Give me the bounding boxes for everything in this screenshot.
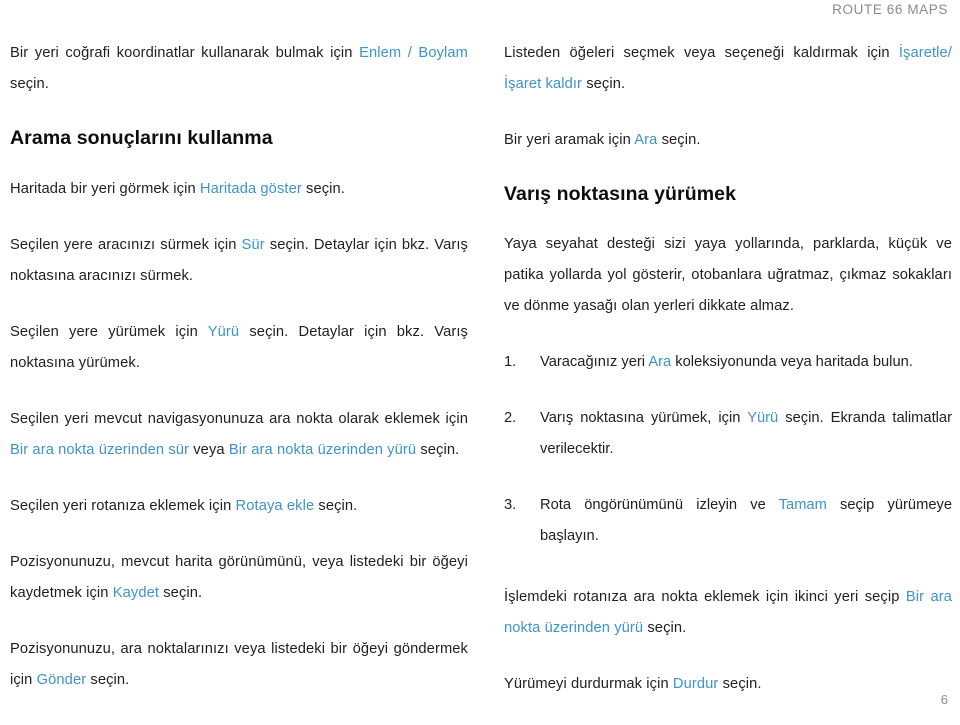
text-fragment: Seçilen yere aracınızı sürmek için bbox=[10, 237, 242, 253]
text-fragment: seçin. bbox=[10, 76, 49, 92]
text-fragment: Listeden öğeleri seçmek veya seçeneği ka… bbox=[504, 45, 899, 61]
ui-term-link[interactable]: Durdur bbox=[673, 676, 719, 692]
text-fragment: Seçilen yere yürümek için bbox=[10, 324, 208, 340]
right-column: Listeden öğeleri seçmek veya seçeneği ka… bbox=[497, 38, 960, 725]
paragraph-mark-unmark: Listeden öğeleri seçmek veya seçeneği ka… bbox=[504, 38, 952, 100]
list-item: 2. Varış noktasına yürümek, için Yürü se… bbox=[504, 403, 952, 465]
paragraph-add-via-point-walking: İşlemdeki rotanıza ara nokta eklemek içi… bbox=[504, 582, 952, 644]
list-item: 3. Rota öngörünümünü izleyin ve Tamam se… bbox=[504, 490, 952, 552]
text-fragment: seçin. bbox=[582, 76, 626, 92]
ui-term-link[interactable]: Tamam bbox=[779, 497, 827, 513]
ui-term-link[interactable]: Yürü bbox=[747, 410, 778, 426]
ui-term-link[interactable]: Sür bbox=[242, 237, 265, 253]
text-fragment: Yürümeyi durdurmak için bbox=[504, 676, 673, 692]
ui-term-link[interactable]: Rotaya ekle bbox=[236, 498, 315, 514]
section-heading-walk-to-destination: Varış noktasına yürümek bbox=[504, 183, 737, 205]
paragraph-pedestrian-support: Yaya seyahat desteği sizi yaya yollarınd… bbox=[504, 229, 952, 322]
step-text: Varış noktasına yürümek, için Yürü seçin… bbox=[540, 403, 952, 465]
step-number: 2. bbox=[504, 410, 517, 426]
paragraph-search: Bir yeri aramak için Ara seçin. bbox=[504, 125, 952, 156]
text-fragment: Seçilen yeri rotanıza eklemek için bbox=[10, 498, 236, 514]
document-page: ROUTE 66 MAPS Bir yeri coğrafi koordinat… bbox=[0, 0, 960, 716]
ui-term-link[interactable]: Bir ara nokta üzerinden yürü bbox=[229, 442, 416, 458]
step-text: Varacağınız yeri Ara koleksiyonunda veya… bbox=[540, 347, 952, 378]
running-head: ROUTE 66 MAPS bbox=[832, 2, 948, 17]
text-fragment: Seçilen yeri mevcut navigasyonunuza ara … bbox=[10, 411, 468, 427]
numbered-steps-list: 1. Varacağınız yeri Ara koleksiyonunda v… bbox=[504, 347, 952, 552]
step-number: 3. bbox=[504, 497, 517, 513]
two-column-body: Bir yeri coğrafi koordinatlar kullanarak… bbox=[0, 38, 960, 725]
step-number: 1. bbox=[504, 354, 517, 370]
text-fragment: seçin. bbox=[159, 585, 203, 601]
text-fragment: koleksiyonunda veya haritada bulun. bbox=[671, 354, 913, 370]
text-fragment: veya bbox=[189, 442, 229, 458]
text-fragment: Varış noktasına yürümek, için bbox=[540, 410, 748, 426]
ui-term-link[interactable]: Ara bbox=[634, 132, 657, 148]
paragraph-stop-walking: Yürümeyi durdurmak için Durdur seçin. bbox=[504, 669, 952, 700]
text-fragment: seçin. bbox=[301, 181, 345, 197]
text-fragment: seçin. bbox=[643, 620, 687, 636]
ui-term-link[interactable]: Kaydet bbox=[113, 585, 159, 601]
paragraph-save: Pozisyonunuzu, mevcut harita görünümünü,… bbox=[10, 547, 468, 609]
page-number: 6 bbox=[940, 692, 948, 707]
paragraph-via-point: Seçilen yeri mevcut navigasyonunuza ara … bbox=[10, 404, 468, 466]
ui-term-link[interactable]: Haritada göster bbox=[200, 181, 302, 197]
text-fragment: seçin. bbox=[314, 498, 358, 514]
text-fragment: seçin. bbox=[86, 672, 130, 688]
paragraph-send: Pozisyonunuzu, ara noktalarınızı veya li… bbox=[10, 634, 468, 696]
paragraph-drive: Seçilen yere aracınızı sürmek için Sür s… bbox=[10, 230, 468, 292]
text-fragment: Yaya seyahat desteği sizi yaya yollarınd… bbox=[504, 236, 952, 314]
ui-term-link[interactable]: Yürü bbox=[208, 324, 239, 340]
left-column: Bir yeri coğrafi koordinatlar kullanarak… bbox=[0, 38, 497, 721]
text-fragment: Bir yeri coğrafi koordinatlar kullanarak… bbox=[10, 45, 360, 61]
text-fragment: Rota öngörünümünü izleyin ve bbox=[540, 497, 779, 513]
paragraph-walk: Seçilen yere yürümek için Yürü seçin. De… bbox=[10, 317, 468, 379]
paragraph-coordinates: Bir yeri coğrafi koordinatlar kullanarak… bbox=[10, 38, 468, 100]
ui-term-link[interactable]: Ara bbox=[648, 354, 671, 370]
text-fragment: Pozisyonunuzu, mevcut harita görünümünü,… bbox=[10, 554, 468, 601]
paragraph-add-to-route: Seçilen yeri rotanıza eklemek için Rotay… bbox=[10, 491, 468, 522]
text-fragment: Haritada bir yeri görmek için bbox=[10, 181, 200, 197]
section-heading-search-results: Arama sonuçlarını kullanma bbox=[10, 127, 273, 149]
step-text: Rota öngörünümünü izleyin ve Tamam seçip… bbox=[540, 490, 952, 552]
text-fragment: seçin. bbox=[657, 132, 701, 148]
ui-term-link[interactable]: Gönder bbox=[37, 672, 87, 688]
text-fragment: Varacağınız yeri bbox=[540, 354, 649, 370]
list-item: 1. Varacağınız yeri Ara koleksiyonunda v… bbox=[504, 347, 952, 378]
text-fragment: Bir yeri aramak için bbox=[504, 132, 635, 148]
text-fragment: İşlemdeki rotanıza ara nokta eklemek içi… bbox=[504, 589, 906, 605]
paragraph-show-on-map: Haritada bir yeri görmek için Haritada g… bbox=[10, 174, 468, 205]
ui-term-link[interactable]: Enlem / Boylam bbox=[359, 45, 468, 61]
text-fragment: seçin. bbox=[416, 442, 460, 458]
ui-term-link[interactable]: Bir ara nokta üzerinden sür bbox=[10, 442, 189, 458]
text-fragment: seçin. bbox=[718, 676, 762, 692]
